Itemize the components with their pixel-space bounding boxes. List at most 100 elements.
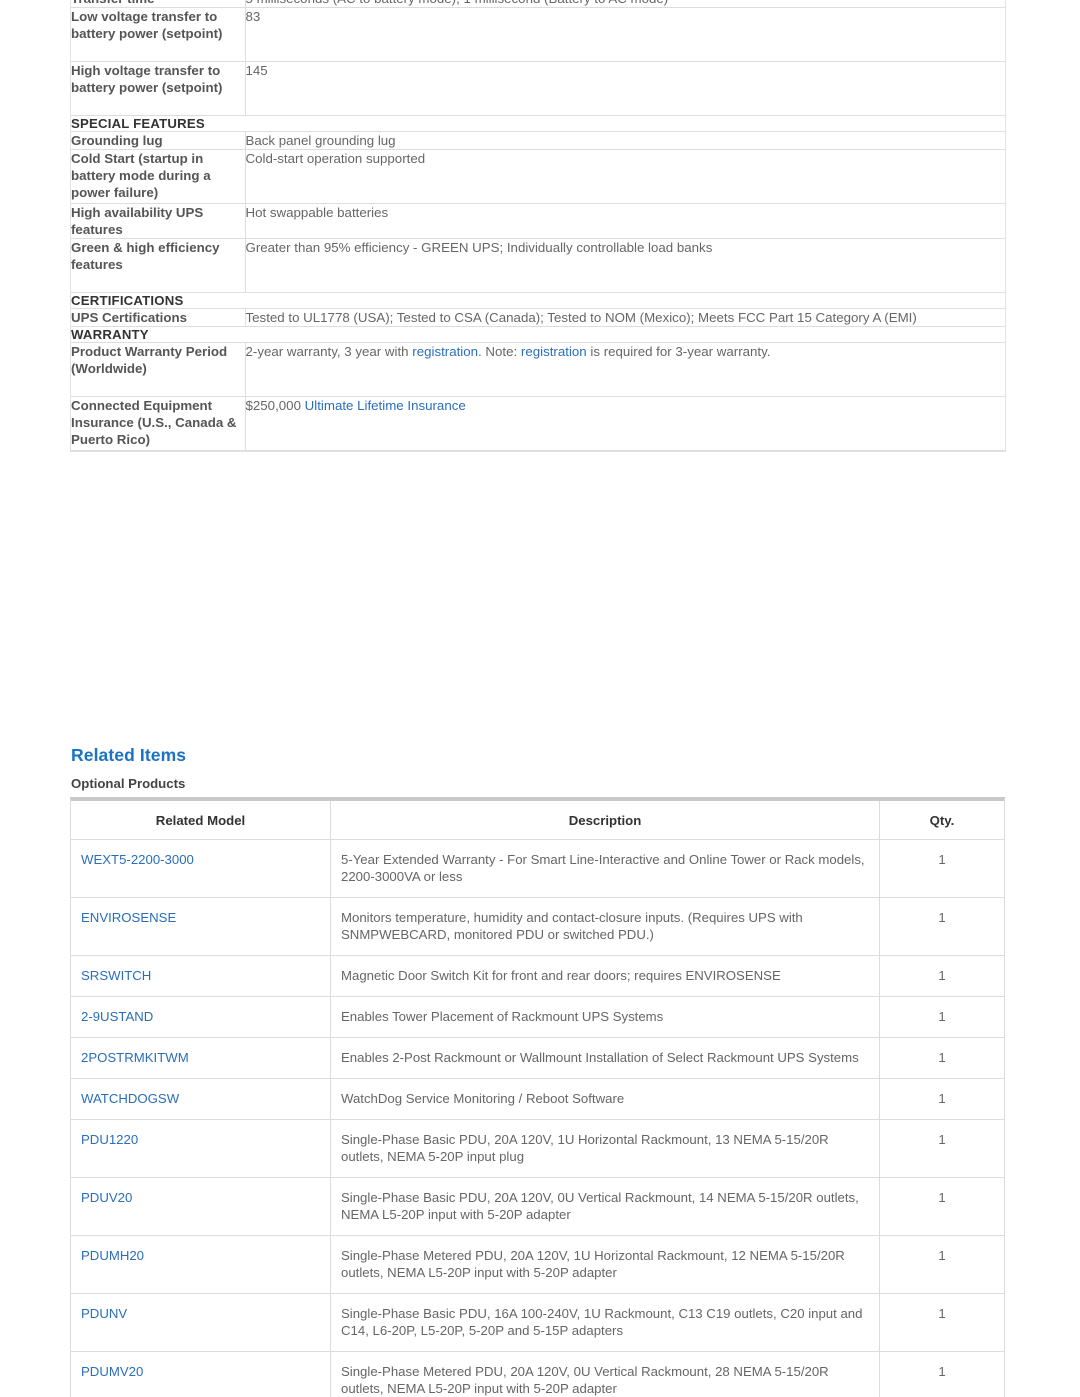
spec-value-text: 2-year warranty, 3 year with — [245, 344, 413, 359]
spec-section-label: SPECIAL FEATURES — [71, 115, 1005, 132]
related-model-link[interactable]: ENVIROSENSE — [81, 910, 176, 925]
related-model-cell: SRSWITCH — [71, 955, 331, 997]
related-qty-cell: 1 — [879, 1177, 1004, 1236]
spec-label: Transfer time — [71, 0, 246, 8]
spec-section-label: WARRANTY — [71, 326, 1005, 343]
spec-label: Green & high efficiency features — [71, 238, 246, 293]
specifications-table: Transfer time5 milliseconds (AC to batte… — [71, 0, 1005, 451]
table-row: PDUV20 Single-Phase Basic PDU, 20A 120V, … — [71, 1177, 1004, 1236]
table-row: SRSWITCH Magnetic Door Switch Kit for fro… — [71, 955, 1004, 997]
related-model-link[interactable]: 2-9USTAND — [81, 1009, 153, 1024]
related-model-cell: PDU1220 — [71, 1119, 331, 1178]
related-description-cell: Magnetic Door Switch Kit for front and r… — [330, 955, 880, 997]
column-header-related-model: Related Model — [71, 801, 331, 840]
related-qty-cell: 1 — [879, 1037, 1004, 1079]
related-description-cell: Enables Tower Placement of Rackmount UPS… — [330, 996, 880, 1038]
spec-label: UPS Certifications — [71, 308, 246, 327]
related-qty-cell: 1 — [879, 1235, 1004, 1294]
spec-value-text: . Note: — [478, 344, 521, 359]
spec-label: Grounding lug — [71, 131, 246, 150]
related-description-cell: Enables 2-Post Rackmount or Wallmount In… — [330, 1037, 880, 1079]
spec-row: Low voltage transfer to battery power (s… — [71, 7, 1005, 62]
related-model-link[interactable]: 2POSTRMKITWM — [81, 1050, 189, 1065]
related-qty-cell: 1 — [879, 1293, 1004, 1352]
related-model-cell: PDUNV — [71, 1293, 331, 1352]
spec-row: Transfer time5 milliseconds (AC to batte… — [71, 0, 1005, 8]
spec-label: Cold Start (startup in battery mode duri… — [71, 149, 246, 204]
related-description-cell: 5-Year Extended Warranty - For Smart Lin… — [330, 839, 880, 898]
spec-row: High availability UPS features Hot swappa… — [71, 203, 1005, 239]
related-description-cell: Single-Phase Basic PDU, 20A 120V, 0U Ver… — [330, 1177, 880, 1236]
related-qty-cell: 1 — [879, 955, 1004, 997]
spec-value-link[interactable]: registration — [521, 344, 587, 359]
spec-value: 5 milliseconds (AC to battery mode), 1 m… — [245, 0, 1005, 8]
related-model-cell: PDUMH20 — [71, 1235, 331, 1294]
related-description-cell: Monitors temperature, humidity and conta… — [330, 897, 880, 956]
related-model-link[interactable]: WEXT5-2200-3000 — [81, 852, 194, 867]
related-model-cell: ENVIROSENSE — [71, 897, 331, 956]
related-model-cell: WEXT5-2200-3000 — [71, 839, 331, 898]
table-row: PDUNV Single-Phase Basic PDU, 16A 100-240… — [71, 1293, 1004, 1352]
table-row: PDU1220 Single-Phase Basic PDU, 20A 120V,… — [71, 1119, 1004, 1178]
product-spec-page: Transfer time5 milliseconds (AC to batte… — [0, 0, 1080, 1397]
related-qty-cell: 1 — [879, 996, 1004, 1038]
related-model-cell: 2POSTRMKITWM — [71, 1037, 331, 1079]
related-model-link[interactable]: WATCHDOGSW — [81, 1091, 179, 1106]
table-header-row: Related Model Description Qty. — [71, 801, 1004, 840]
related-description-cell: Single-Phase Metered PDU, 20A 120V, 0U V… — [330, 1351, 880, 1397]
related-model-link[interactable]: PDU1220 — [81, 1132, 138, 1147]
related-description-cell: Single-Phase Basic PDU, 20A 120V, 1U Hor… — [330, 1119, 880, 1178]
column-header-qty: Qty. — [879, 801, 1004, 840]
related-model-link[interactable]: PDUV20 — [81, 1190, 132, 1205]
related-qty-cell: 1 — [879, 1119, 1004, 1178]
spec-row: Connected Equipment Insurance (U.S., Can… — [71, 396, 1005, 451]
spec-value-text: $250,000 — [245, 398, 305, 413]
table-row: PDUMV20 Single-Phase Metered PDU, 20A 120… — [71, 1351, 1004, 1397]
related-qty-cell: 1 — [938, 1364, 946, 1379]
spec-label: High availability UPS features — [71, 203, 246, 239]
related-model-link[interactable]: PDUNV — [81, 1306, 127, 1321]
related-model-link[interactable]: PDUMV20 — [81, 1364, 143, 1379]
spec-label: Product Warranty Period (Worldwide) — [71, 342, 246, 397]
table-row: WEXT5-2200-3000 5-Year Extended Warranty … — [71, 839, 1004, 898]
spec-value: 145 — [245, 61, 1005, 116]
related-model-link[interactable]: PDUMH20 — [81, 1248, 144, 1263]
spec-row: Green & high efficiency features Greater … — [71, 238, 1005, 293]
related-description-cell: WatchDog Service Monitoring / Reboot Sof… — [330, 1078, 880, 1120]
column-header-description: Description — [330, 801, 880, 840]
spec-row: Product Warranty Period (Worldwide) 2-yea… — [71, 342, 1005, 397]
related-model-cell: 2-9USTAND — [71, 996, 331, 1038]
table-row: 2-9USTAND Enables Tower Placement of Rack… — [71, 996, 1004, 1038]
related-qty-cell: 1 — [879, 897, 1004, 956]
optional-products-subheading: Optional Products — [71, 776, 186, 791]
specifications-table-container: Transfer time5 milliseconds (AC to batte… — [70, 0, 1006, 452]
related-model-cell: PDUV20 — [71, 1177, 331, 1236]
spec-section-header-row: SPECIAL FEATURES — [71, 115, 1005, 132]
related-qty-cell: 1 — [879, 839, 1004, 898]
table-row: WATCHDOGSW WatchDog Service Monitoring / … — [71, 1078, 1004, 1120]
table-row: 2POSTRMKITWM Enables 2-Post Rackmount or … — [71, 1037, 1004, 1079]
spec-value-link[interactable]: registration — [412, 344, 478, 359]
spec-value: 83 — [245, 7, 1005, 62]
spec-row: UPS Certifications Tested to UL1778 (USA)… — [71, 308, 1005, 327]
spec-label: High voltage transfer to battery power (… — [71, 61, 246, 116]
spec-value: Hot swappable batteries — [245, 203, 1005, 239]
spec-label: Connected Equipment Insurance (U.S., Can… — [71, 396, 246, 451]
spec-value: Back panel grounding lug — [245, 131, 1005, 150]
related-qty-cell: 1 — [879, 1078, 1004, 1120]
related-description-cell: Single-Phase Basic PDU, 16A 100-240V, 1U… — [330, 1293, 880, 1352]
spec-row: Grounding lug Back panel grounding lug — [71, 131, 1005, 150]
table-row: ENVIROSENSE Monitors temperature, humidit… — [71, 897, 1004, 956]
spec-label: Low voltage transfer to battery power (s… — [71, 7, 246, 62]
related-model-cell: PDUMV20 — [71, 1351, 331, 1397]
related-items-table-container: Related Model Description Qty. WEXT5-220… — [70, 797, 1005, 1397]
related-items-table: Related Model Description Qty. WEXT5-220… — [71, 801, 1004, 1397]
spec-section-header-row: WARRANTY — [71, 326, 1005, 343]
spec-section-label: CERTIFICATIONS — [71, 292, 1005, 309]
related-model-cell: WATCHDOGSW — [71, 1078, 331, 1120]
related-description-cell: Single-Phase Metered PDU, 20A 120V, 1U H… — [330, 1235, 880, 1294]
spec-value: Cold-start operation supported — [245, 149, 1005, 204]
related-model-link[interactable]: SRSWITCH — [81, 968, 151, 983]
spec-value-link[interactable]: Ultimate Lifetime Insurance — [305, 398, 466, 413]
spec-value: Tested to UL1778 (USA); Tested to CSA (C… — [245, 308, 1005, 327]
